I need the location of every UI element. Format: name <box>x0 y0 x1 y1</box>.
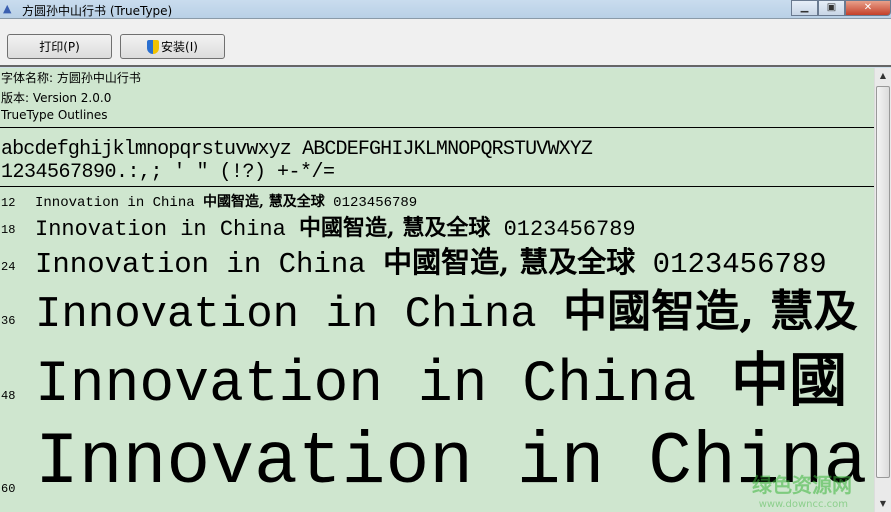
sample-cjk: 中國智造, 慧及 <box>563 286 858 337</box>
scroll-down-icon[interactable]: ▼ <box>875 496 891 512</box>
minimize-button[interactable]: ▁ <box>791 0 818 16</box>
size-label: 48 <box>1 389 16 403</box>
install-button[interactable]: 安装(I) <box>120 34 225 59</box>
sample-latin: Innovation in China <box>35 353 732 418</box>
size-label: 24 <box>1 260 16 274</box>
print-button[interactable]: 打印(P) <box>7 34 112 59</box>
scroll-up-icon[interactable]: ▲ <box>875 68 891 84</box>
divider <box>0 186 874 187</box>
vertical-scrollbar[interactable]: ▲ ▼ <box>874 68 891 512</box>
title-bar: ▲ 方圆孙中山行书 (TrueType) ▁ ▣ ✕ <box>0 0 891 18</box>
divider <box>0 127 874 128</box>
size-label: 36 <box>1 314 16 328</box>
size-label: 60 <box>1 482 16 496</box>
size-label: 12 <box>1 196 16 210</box>
sample-cjk: 中國 <box>731 346 848 414</box>
close-button[interactable]: ✕ <box>845 0 891 16</box>
sample-latin: Innovation in China <box>35 421 868 504</box>
sample-digits: 0123456789 <box>490 217 636 242</box>
sample-cjk: 中國智造, 慧及全球 <box>299 215 491 241</box>
sample-latin: Innovation in China <box>35 195 204 211</box>
font-app-icon: ▲ <box>3 2 12 15</box>
sample-latin: Innovation in China <box>35 217 300 242</box>
install-label: 安装(I) <box>161 40 198 54</box>
sample-cjk: 中國智造, 慧及全球 <box>203 194 325 210</box>
font-preview: 字体名称: 方圆孙中山行书 版本: Version 2.0.0 TrueType… <box>0 68 874 512</box>
toolbar: 打印(P) 安装(I) <box>0 18 891 67</box>
maximize-button[interactable]: ▣ <box>818 0 845 16</box>
sample-latin: Innovation in China <box>35 248 384 281</box>
charset-symbols: 1234567890.:,; ' " (!?) +-*/= <box>1 161 335 184</box>
window-title: 方圆孙中山行书 (TrueType) <box>22 4 173 18</box>
print-label: 打印(P) <box>39 40 80 54</box>
uac-shield-icon <box>147 39 160 54</box>
sample-digits: 0123456789 <box>324 195 418 211</box>
watermark-url: www.downcc.com <box>758 499 848 510</box>
sample-latin: Innovation in China <box>35 290 564 340</box>
font-version: 版本: Version 2.0.0 <box>1 91 112 105</box>
size-label: 18 <box>1 223 16 237</box>
charset-letters: abcdefghijklmnopqrstuvwxyz ABCDEFGHIJKLM… <box>1 138 593 161</box>
sample-digits: 0123456789 <box>635 248 827 281</box>
sample-cjk: 中國智造, 慧及全球 <box>383 245 636 279</box>
font-name: 字体名称: 方圆孙中山行书 <box>1 71 141 85</box>
watermark: 绿色资源网 <box>752 473 852 497</box>
scroll-thumb[interactable] <box>876 86 890 478</box>
font-type: TrueType Outlines <box>1 108 108 122</box>
